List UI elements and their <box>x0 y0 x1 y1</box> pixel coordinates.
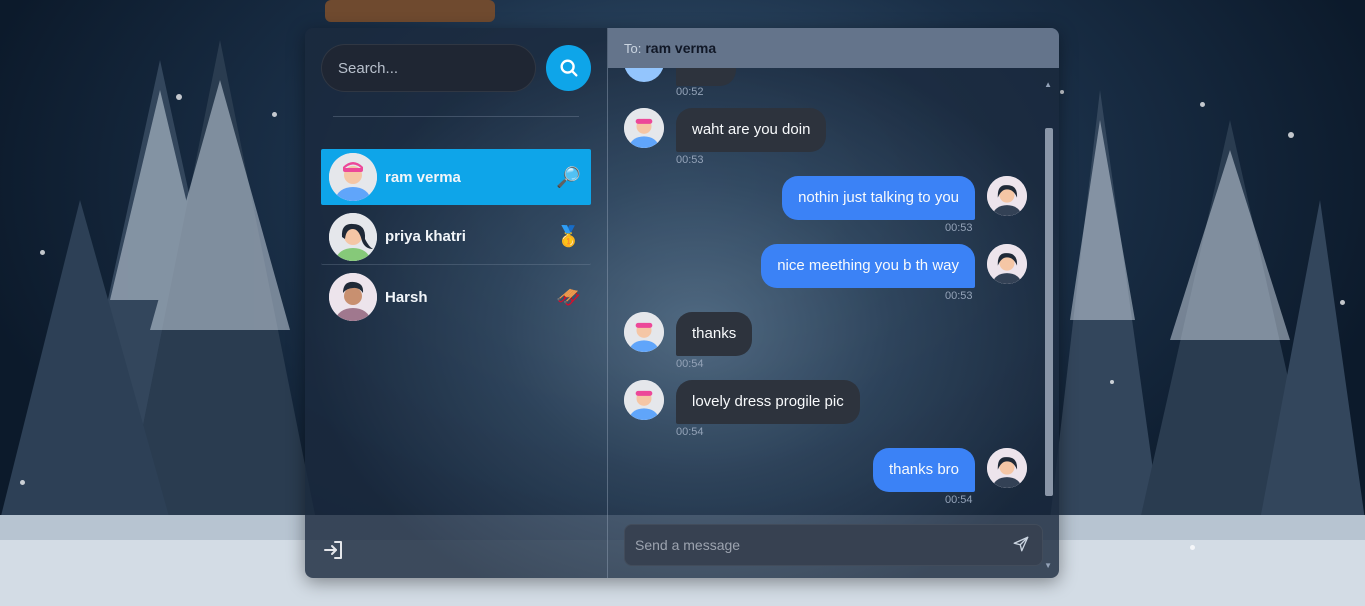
message-time: 00:54 <box>945 494 973 506</box>
chat-panel: To: ram verma 00:52 waht are you doin 00… <box>608 28 1059 578</box>
avatar <box>624 68 664 82</box>
send-button[interactable] <box>1010 534 1032 556</box>
message-incoming: waht are you doin <box>624 108 827 152</box>
search-row <box>321 44 591 92</box>
message-outgoing: nice meething you b th way <box>761 244 1027 288</box>
message-bubble: lovely dress progile pic <box>676 380 860 424</box>
message-input[interactable] <box>635 537 1010 553</box>
user-avatar-icon <box>329 212 377 261</box>
message-bubble <box>676 68 736 86</box>
avatar <box>624 312 664 352</box>
avatar <box>624 108 664 148</box>
contact-emoji-icon: 🛷 <box>556 286 581 309</box>
user-avatar-icon <box>987 448 1027 488</box>
contact-name: Harsh <box>385 288 428 306</box>
avatar <box>329 212 377 261</box>
user-avatar-icon <box>329 273 377 321</box>
message-bubble: nothin just talking to you <box>782 176 975 220</box>
contact-name: ram verma <box>385 168 461 186</box>
message-time: 00:54 <box>676 358 704 370</box>
message-outgoing: thanks bro <box>872 448 1027 492</box>
user-avatar-icon <box>624 380 664 420</box>
avatar <box>987 448 1027 488</box>
search-icon <box>559 59 578 77</box>
message-time: 00:53 <box>676 154 704 166</box>
search-input[interactable] <box>321 44 536 92</box>
user-avatar-icon <box>624 108 664 148</box>
message-bubble: waht are you doin <box>676 108 827 152</box>
message-incoming <box>624 68 736 86</box>
scrollbar-thumb[interactable] <box>1045 128 1053 496</box>
user-avatar-icon <box>987 176 1027 216</box>
avatar <box>329 273 377 321</box>
message-time: 00:53 <box>945 290 973 302</box>
contact-item-harsh[interactable]: Harsh 🛷 <box>321 269 591 325</box>
message-bubble: thanks bro <box>872 448 975 492</box>
chat-header: To: ram verma <box>608 28 1059 68</box>
message-input-bar <box>624 524 1043 566</box>
contact-item-ram-verma[interactable]: ram verma 🔎 <box>321 149 591 205</box>
message-outgoing: nothin just talking to you <box>782 176 1027 220</box>
user-avatar-icon <box>624 312 664 352</box>
message-time: 00:53 <box>945 222 973 234</box>
avatar <box>329 153 377 201</box>
message-bubble: thanks <box>676 312 753 356</box>
sidebar: ram verma 🔎 priya khatri 🥇 <box>305 28 608 578</box>
search-button[interactable] <box>546 45 591 91</box>
sidebar-divider <box>333 116 579 117</box>
message-incoming: lovely dress progile pic <box>624 380 860 424</box>
user-avatar-icon <box>329 153 377 201</box>
chat-app-window: ram verma 🔎 priya khatri 🥇 <box>305 28 1059 578</box>
contact-item-priya-khatri[interactable]: priya khatri 🥇 <box>321 209 591 265</box>
avatar <box>987 244 1027 284</box>
message-bubble: nice meething you b th way <box>761 244 975 288</box>
send-icon <box>1013 536 1029 551</box>
to-label: To: <box>624 40 642 56</box>
message-incoming: thanks <box>624 312 753 356</box>
scroll-down-icon[interactable]: ▼ <box>1044 561 1052 570</box>
scroll-up-icon[interactable]: ▲ <box>1044 80 1052 89</box>
message-time: 00:54 <box>676 426 704 438</box>
message-time: 00:52 <box>676 86 704 98</box>
scrollbar[interactable]: ▲ ▼ <box>1044 80 1055 570</box>
message-list[interactable]: 00:52 waht are you doin 00:53 nothin jus… <box>608 68 1059 578</box>
recipient-name: ram verma <box>645 40 717 56</box>
avatar <box>987 176 1027 216</box>
avatar <box>624 380 664 420</box>
contact-name: priya khatri <box>385 228 466 245</box>
contact-emoji-icon: 🔎 <box>556 166 581 189</box>
contact-emoji-icon: 🥇 <box>556 226 581 248</box>
logout-icon[interactable] <box>322 538 346 562</box>
user-avatar-icon <box>987 244 1027 284</box>
